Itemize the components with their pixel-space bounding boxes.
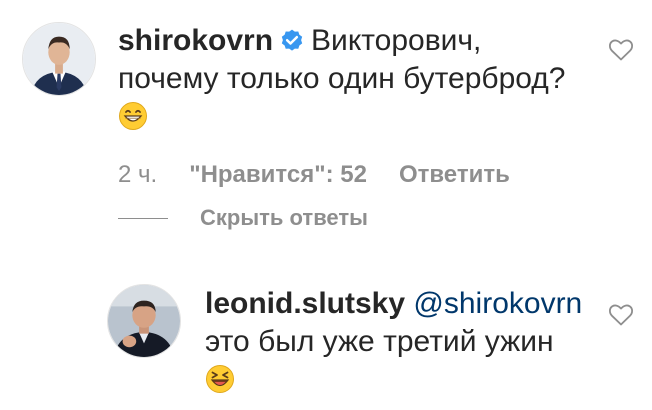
- reply-text: это был уже третий ужин: [205, 325, 554, 358]
- reply-mention-link[interactable]: @shirokovrn: [413, 287, 582, 320]
- comment-username[interactable]: shirokovrn: [118, 24, 273, 57]
- avatar-leonid-slutsky[interactable]: [107, 284, 181, 358]
- laughing-face-emoji-icon: [205, 364, 235, 394]
- avatar-shirokovrn[interactable]: [22, 22, 96, 96]
- reply-like-heart-icon[interactable]: [608, 303, 634, 327]
- comment-body: shirokovrn Викторович, почему только один…: [118, 22, 598, 136]
- reply-username[interactable]: leonid.slutsky: [205, 287, 405, 320]
- reply-button[interactable]: Ответить: [399, 161, 510, 189]
- like-heart-icon[interactable]: [608, 38, 634, 62]
- hide-replies-button[interactable]: Скрыть ответы: [118, 205, 368, 231]
- hide-replies-label: Скрыть ответы: [200, 205, 368, 230]
- avatar-image: [23, 23, 95, 95]
- comment-likes[interactable]: "Нравится": 52: [189, 161, 367, 189]
- comment-meta: 2 ч. "Нравится": 52 Ответить: [118, 161, 510, 189]
- avatar-image: [108, 285, 180, 357]
- grinning-face-emoji-icon: [118, 101, 148, 131]
- reply-body: leonid.slutsky @shirokovrn это был уже т…: [205, 285, 595, 399]
- comment-timestamp[interactable]: 2 ч.: [118, 161, 157, 189]
- verified-badge-icon: [279, 28, 305, 54]
- comment-text-line2: почему только один бутерброд?: [118, 62, 566, 95]
- comment-text-line1: Викторович,: [311, 24, 482, 57]
- replies-divider-line: [118, 217, 168, 219]
